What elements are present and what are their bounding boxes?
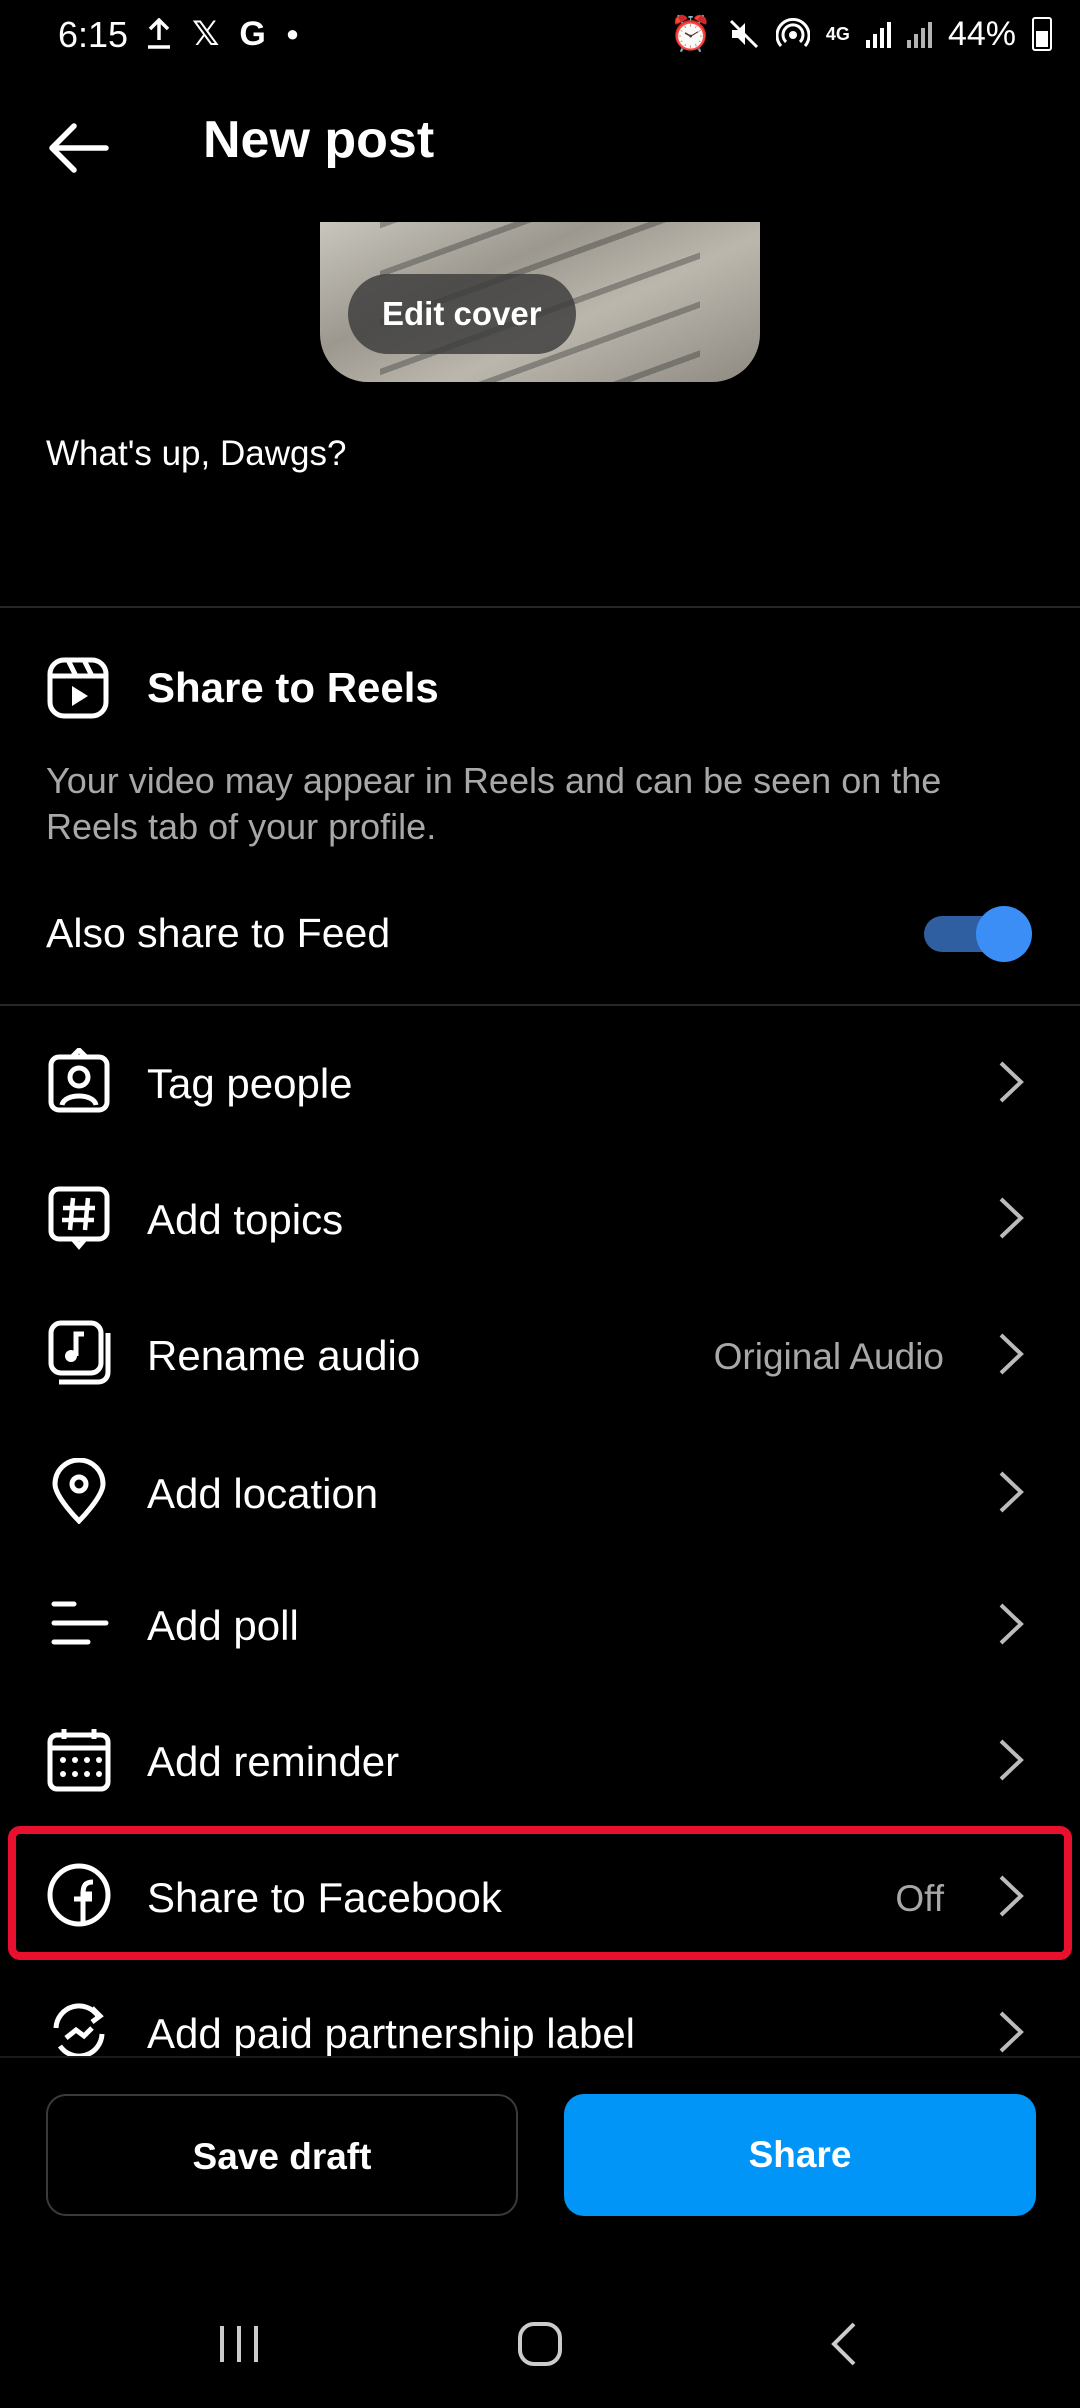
back-nav-icon[interactable] xyxy=(826,2320,860,2368)
option-add-poll[interactable]: Add poll xyxy=(0,1566,1080,1686)
share-to-reels-title: Share to Reels xyxy=(147,664,439,711)
arrow-left-icon xyxy=(49,123,109,173)
option-add-paid-partnership[interactable]: Add paid partnership label xyxy=(0,1974,1080,2056)
option-add-reminder[interactable]: Add reminder xyxy=(0,1702,1080,1822)
mute-icon xyxy=(729,19,758,49)
chevron-right-icon xyxy=(999,1061,1024,1103)
recents-icon[interactable] xyxy=(216,2322,262,2366)
audio-icon xyxy=(48,1320,111,1385)
reels-icon xyxy=(47,657,109,719)
calendar-icon xyxy=(47,1729,111,1792)
system-nav-bar xyxy=(0,2290,1080,2408)
signal-icon-2 xyxy=(906,20,932,48)
status-right-icons: ⏰ 4G 44% xyxy=(670,14,1052,54)
highlight-box xyxy=(8,1826,1072,1960)
option-add-location[interactable]: Add location xyxy=(0,1434,1080,1554)
location-icon xyxy=(52,1458,106,1524)
option-rename-audio[interactable]: Rename audio Original Audio xyxy=(0,1296,1080,1416)
option-label: Add poll xyxy=(147,1602,299,1649)
chevron-right-icon xyxy=(999,1197,1024,1239)
chevron-right-icon xyxy=(999,1739,1024,1781)
caption-input[interactable]: What's up, Dawgs? xyxy=(46,434,346,474)
share-button[interactable]: Share xyxy=(564,2094,1036,2216)
page-title: New post xyxy=(203,111,435,169)
option-label: Add reminder xyxy=(147,1738,400,1785)
also-share-to-feed-toggle[interactable] xyxy=(924,904,1032,962)
home-icon[interactable] xyxy=(516,2320,564,2368)
share-to-reels-description: Your video may appear in Reels and can b… xyxy=(46,760,942,847)
x-logo-icon: 𝕏 xyxy=(192,15,220,53)
edit-cover-button[interactable]: Edit cover xyxy=(348,274,576,354)
divider xyxy=(0,2056,1080,2058)
battery-percent: 44% xyxy=(947,14,1016,53)
hashtag-icon xyxy=(48,1186,110,1250)
chevron-right-icon xyxy=(999,1603,1024,1645)
hotspot-icon xyxy=(775,18,810,47)
dot-icon: ● xyxy=(285,21,300,46)
option-value: Original Audio xyxy=(713,1336,944,1377)
partnership-icon xyxy=(53,2003,105,2056)
save-draft-button[interactable]: Save draft xyxy=(46,2094,518,2216)
poll-icon xyxy=(51,1601,109,1645)
option-label: Tag people xyxy=(147,1060,353,1107)
also-share-to-feed-label: Also share to Feed xyxy=(46,910,391,956)
network-type: 4G xyxy=(825,23,850,44)
status-bar: 6:15 𝕏 G ● ⏰ 4G 44% xyxy=(0,0,1080,72)
option-label: Add paid partnership label xyxy=(147,2010,636,2056)
chevron-right-icon xyxy=(999,2011,1024,2053)
status-time: 6:15 xyxy=(58,14,129,55)
google-icon: G xyxy=(239,14,266,53)
divider xyxy=(0,1004,1080,1006)
chevron-right-icon xyxy=(999,1471,1024,1513)
option-label: Add topics xyxy=(147,1196,344,1243)
back-button[interactable] xyxy=(46,118,110,178)
upload-icon xyxy=(148,18,170,49)
option-label: Add location xyxy=(147,1470,379,1517)
status-left-icons: 𝕏 G ● xyxy=(146,14,299,54)
signal-icon xyxy=(865,20,891,48)
option-tag-people[interactable]: Tag people xyxy=(0,1024,1080,1144)
video-thumbnail[interactable]: Edit cover xyxy=(320,222,760,382)
divider xyxy=(0,606,1080,608)
battery-icon xyxy=(1032,17,1052,51)
option-add-topics[interactable]: Add topics xyxy=(0,1160,1080,1280)
chevron-right-icon xyxy=(999,1333,1024,1375)
alarm-icon: ⏰ xyxy=(669,15,712,53)
option-label: Rename audio xyxy=(147,1332,421,1379)
tag-people-icon xyxy=(48,1048,110,1113)
toggle-knob xyxy=(976,906,1032,962)
options-clip: Add paid partnership label xyxy=(0,1968,1080,2056)
